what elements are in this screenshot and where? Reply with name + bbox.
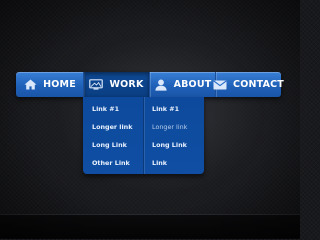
envelope-icon — [213, 79, 227, 91]
dropdown-link[interactable]: Other Link — [83, 154, 143, 172]
nav-item-home[interactable]: HOME — [16, 72, 83, 97]
nav-item-work[interactable]: WORK — [83, 72, 149, 97]
nav-item-label: CONTACT — [233, 79, 284, 90]
dropdown-link[interactable]: Longer link — [144, 118, 204, 136]
nav-item-label: HOME — [43, 79, 76, 90]
dropdown-link[interactable]: Link — [144, 154, 204, 172]
nav-item-about[interactable]: ABOUT — [149, 72, 215, 97]
dropdown-link[interactable]: Long Link — [144, 136, 204, 154]
dropdown-column-right: Link #1 Longer link Long Link Link — [143, 97, 204, 174]
monitor-icon — [89, 79, 104, 91]
nav-item-label: WORK — [109, 79, 144, 90]
dropdown-column-left: Link #1 Longer link Long Link Other Link — [83, 97, 143, 174]
dropdown-link[interactable]: Longer link — [83, 118, 143, 136]
nav-item-label: ABOUT — [173, 79, 212, 90]
dropdown-link[interactable]: Link #1 — [83, 100, 143, 118]
background-floor — [0, 214, 300, 239]
nav-item-contact[interactable]: CONTACT — [213, 72, 284, 97]
main-nav-bar: HOME WORK ABOUT CONTACT — [16, 72, 284, 97]
dropdown-link[interactable]: Link #1 — [144, 100, 204, 118]
home-icon — [23, 79, 37, 91]
user-icon — [154, 79, 168, 91]
work-dropdown-menu: Link #1 Longer link Long Link Other Link… — [83, 97, 204, 174]
dropdown-link[interactable]: Long Link — [83, 136, 143, 154]
